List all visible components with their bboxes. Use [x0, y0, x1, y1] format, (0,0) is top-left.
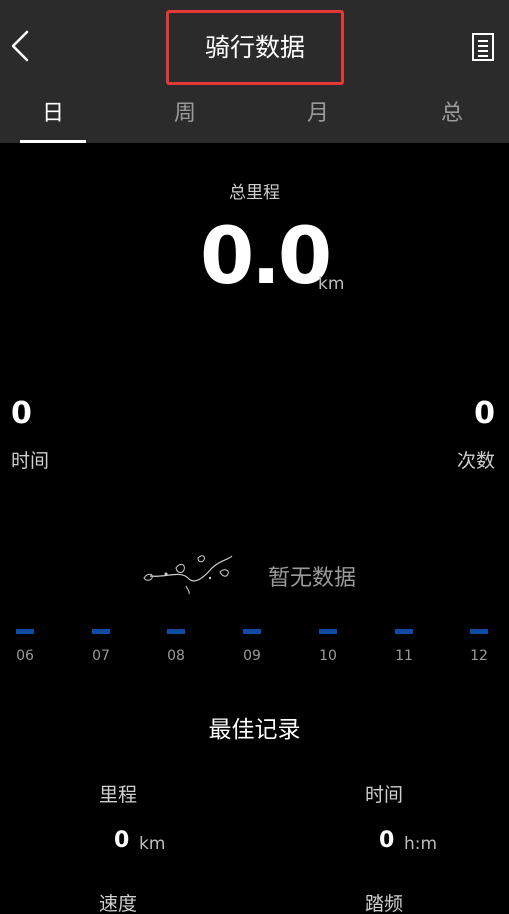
hour-tick-label: 06: [16, 648, 34, 664]
empty-leaf-icon: [143, 555, 233, 595]
chart-bar-placeholder: [470, 629, 488, 634]
best-records-title: 最佳记录: [208, 717, 301, 743]
empty-state-text: 暂无数据: [268, 566, 357, 591]
hour-tick-label: 09: [243, 648, 261, 664]
best-distance-label: 里程: [99, 784, 138, 806]
chart-bar-placeholder: [395, 629, 413, 634]
time-label: 时间: [11, 450, 50, 472]
best-distance-value: 0: [114, 828, 130, 853]
chart-bar-placeholder: [319, 629, 337, 634]
chart-bar-placeholder: [243, 629, 261, 634]
hour-tick-label: 12: [470, 648, 488, 664]
hour-tick-label: 11: [395, 648, 413, 664]
chart-bar-placeholder: [16, 629, 34, 634]
total-distance-label: 总里程: [229, 183, 280, 203]
title-highlight-box: 骑行数据: [166, 10, 344, 85]
app-header: 骑行数据: [0, 0, 509, 95]
best-distance-unit: km: [139, 834, 166, 854]
best-time-value: 0: [379, 828, 395, 853]
tab-month[interactable]: 月: [285, 95, 351, 143]
hour-tick-label: 08: [167, 648, 185, 664]
total-distance-unit: km: [318, 274, 345, 294]
hour-tick-label: 10: [319, 648, 337, 664]
best-time-label: 时间: [365, 784, 404, 806]
count-label: 次数: [456, 450, 495, 472]
total-distance-value: 0.0: [200, 212, 332, 302]
best-time-unit: h:m: [404, 834, 438, 854]
tab-total[interactable]: 总: [419, 95, 485, 143]
back-arrow-icon[interactable]: [8, 28, 32, 64]
document-list-icon[interactable]: [471, 32, 495, 62]
time-value: 0: [11, 396, 32, 431]
hour-tick-label: 07: [92, 648, 110, 664]
tab-week[interactable]: 周: [152, 95, 218, 143]
best-speed-label: 速度: [99, 893, 138, 914]
count-value: 0: [474, 396, 495, 431]
tab-day[interactable]: 日: [20, 95, 86, 143]
page-title: 骑行数据: [204, 33, 305, 62]
best-cadence-label: 踏频: [365, 893, 404, 914]
chart-bar-placeholder: [167, 629, 185, 634]
period-tabs: 日 周 月 总: [0, 95, 509, 143]
chart-bar-placeholder: [92, 629, 110, 634]
